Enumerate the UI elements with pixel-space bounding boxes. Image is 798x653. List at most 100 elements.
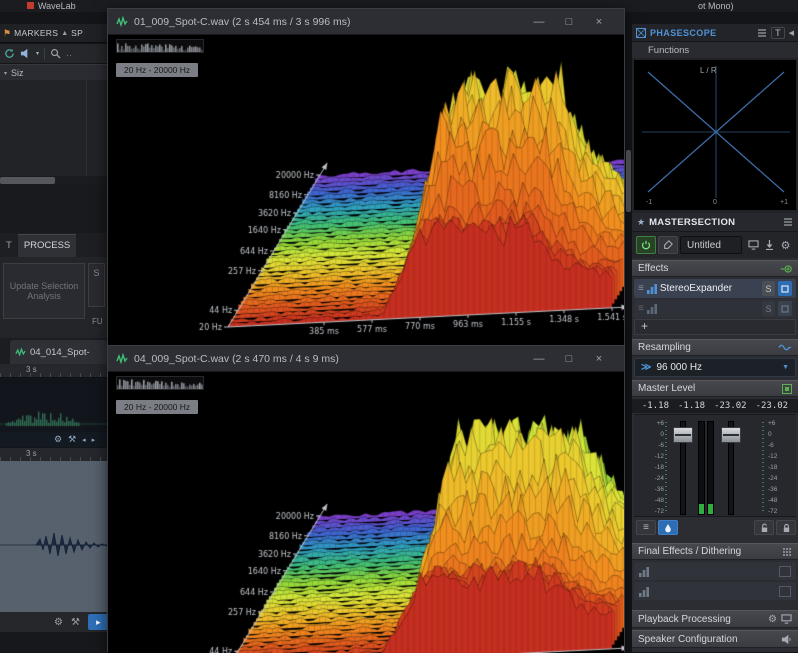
close-button[interactable]: ×: [584, 16, 614, 28]
drag-handle-icon[interactable]: ≡: [638, 303, 644, 314]
master-fader-right[interactable]: [719, 419, 741, 515]
solo-button[interactable]: S: [762, 301, 775, 316]
unlock-button[interactable]: [754, 520, 774, 535]
spectrum-view: 20 Hz - 20000 Hz: [108, 372, 624, 653]
settings-button-truncated[interactable]: S: [88, 263, 105, 307]
frequency-range-button[interactable]: 20 Hz - 20000 Hz: [116, 63, 198, 77]
speaker-configuration-header[interactable]: Speaker Configuration: [632, 630, 798, 648]
link-faders-button[interactable]: ≡: [636, 520, 656, 535]
final-effect-slot-1[interactable]: [634, 562, 796, 580]
app-logo-icon: [27, 2, 34, 9]
resampling-section-header[interactable]: Resampling: [632, 339, 798, 356]
column-divider: [86, 80, 87, 176]
gear-icon[interactable]: ⚙: [54, 434, 62, 445]
spectrum-strip-thumbnail: [116, 39, 204, 53]
search-icon[interactable]: [50, 48, 61, 59]
tab-markers[interactable]: MARKERS: [14, 28, 58, 38]
meter-level: [699, 504, 704, 514]
power-button[interactable]: [636, 236, 656, 254]
time-ruler[interactable]: 3 s: [0, 448, 107, 462]
file-tab[interactable]: 04_014_Spot-: [10, 340, 107, 364]
master-level-section-header[interactable]: Master Level: [632, 380, 798, 397]
window-titlebar[interactable]: 01_009_Spot-C.wav (2 s 454 ms / 3 s 996 …: [108, 9, 624, 35]
maximize-button[interactable]: □: [554, 353, 584, 365]
bypass-button[interactable]: [778, 301, 792, 316]
tools-icon[interactable]: ⚒: [68, 434, 76, 445]
sort-triangle-icon: ▾: [4, 70, 7, 77]
arrow-left-icon[interactable]: ◂: [82, 436, 86, 444]
fader-scale-label: 0: [638, 431, 664, 438]
playback-processing-header[interactable]: Playback Processing ⚙: [632, 610, 798, 628]
effect-slot-1[interactable]: ≡ StereoExpander S: [634, 279, 796, 298]
drag-handle-icon[interactable]: ≡: [638, 283, 644, 294]
final-effects-header-label: Final Effects / Dithering: [638, 546, 782, 557]
gear-icon[interactable]: ⚙: [777, 236, 794, 254]
tab-t[interactable]: T: [0, 235, 18, 257]
lock-button[interactable]: [776, 520, 796, 535]
functions-menu[interactable]: Functions: [648, 45, 689, 56]
dock-icon[interactable]: ◀: [789, 29, 794, 37]
maximize-button[interactable]: □: [554, 16, 584, 28]
master-section-header[interactable]: ★ MASTERSECTION: [632, 213, 798, 232]
gear-icon[interactable]: ⚙: [54, 617, 63, 628]
menu-icon[interactable]: [757, 29, 767, 37]
toolbar-divider: [44, 48, 45, 60]
arrow-right-icon[interactable]: ▸: [92, 436, 96, 444]
tab-sp[interactable]: SP: [71, 28, 83, 38]
menu-icon[interactable]: [783, 218, 793, 226]
window-titlebar[interactable]: 04_009_Spot-C.wav (2 s 470 ms / 4 s 9 ms…: [108, 346, 624, 372]
master-fader-left[interactable]: [671, 419, 693, 515]
fader-cap[interactable]: [721, 427, 741, 443]
minimize-button[interactable]: —: [524, 353, 554, 365]
render-button[interactable]: [762, 236, 776, 254]
3d-spectrogram-plot: [108, 372, 624, 653]
bypass-button[interactable]: [778, 281, 792, 296]
solo-button[interactable]: S: [762, 281, 775, 296]
slot-option-box[interactable]: [779, 566, 791, 577]
playback-header-label: Playback Processing: [638, 614, 768, 625]
monitor-button[interactable]: [745, 236, 761, 254]
sample-rate-select[interactable]: ≫ 96 000 Hz ▼: [634, 358, 796, 377]
preset-select[interactable]: Untitled: [680, 236, 742, 254]
fader-scale-label: -12: [638, 453, 664, 460]
tools-icon[interactable]: ⚒: [71, 617, 80, 628]
effect-slot-2[interactable]: ≡ S: [634, 299, 796, 318]
play-scrub-button[interactable]: ▸: [88, 614, 109, 630]
horizontal-scrollbar[interactable]: [0, 176, 107, 185]
final-effect-slot-2[interactable]: [634, 582, 796, 600]
markers-list-area[interactable]: [0, 80, 107, 176]
waveform-main-view[interactable]: [0, 461, 107, 612]
chevron-down-icon[interactable]: ▾: [36, 50, 39, 57]
waveform-file-icon: [116, 353, 128, 364]
add-effect-button[interactable]: +: [634, 319, 796, 335]
scrollbar-thumb[interactable]: [0, 177, 55, 184]
close-button[interactable]: ×: [584, 353, 614, 365]
vertical-scrollbar-thumb[interactable]: [626, 150, 631, 212]
speaker-icon[interactable]: [20, 48, 31, 59]
effects-section-header[interactable]: Effects: [632, 260, 798, 277]
brush-button[interactable]: [658, 236, 678, 254]
add-plugin-icon[interactable]: [780, 264, 792, 274]
droplet-button[interactable]: [658, 520, 678, 535]
square-icon: [781, 285, 789, 293]
update-selection-analysis-button[interactable]: Update Selection Analysis: [3, 263, 85, 319]
minimize-button[interactable]: —: [524, 16, 554, 28]
t-button[interactable]: T: [771, 27, 785, 39]
final-effects-section-header[interactable]: Final Effects / Dithering: [632, 543, 798, 560]
fader-scale-label: +6: [638, 420, 664, 427]
refresh-icon[interactable]: [4, 48, 15, 59]
spectrum-view: 20 Hz - 20000 Hz: [108, 35, 624, 346]
fader-cap[interactable]: [673, 427, 693, 443]
master-level-header-label: Master Level: [638, 383, 782, 394]
fader-scale-label: +6: [768, 420, 794, 427]
slot-option-box[interactable]: [779, 586, 791, 597]
phasescope-header[interactable]: PHASESCOPE T ◀: [632, 24, 798, 42]
plugin-bars-icon: [647, 303, 657, 314]
frequency-range-button[interactable]: 20 Hz - 20000 Hz: [116, 400, 198, 414]
waveform-overview[interactable]: [0, 378, 107, 432]
plugin-bars-icon: [647, 283, 657, 294]
peak-left: -1.18: [642, 401, 669, 411]
time-ruler[interactable]: 3 s: [0, 364, 107, 378]
overflow-dots-icon[interactable]: ‥: [66, 48, 72, 59]
tab-process[interactable]: PROCESS: [18, 234, 76, 257]
